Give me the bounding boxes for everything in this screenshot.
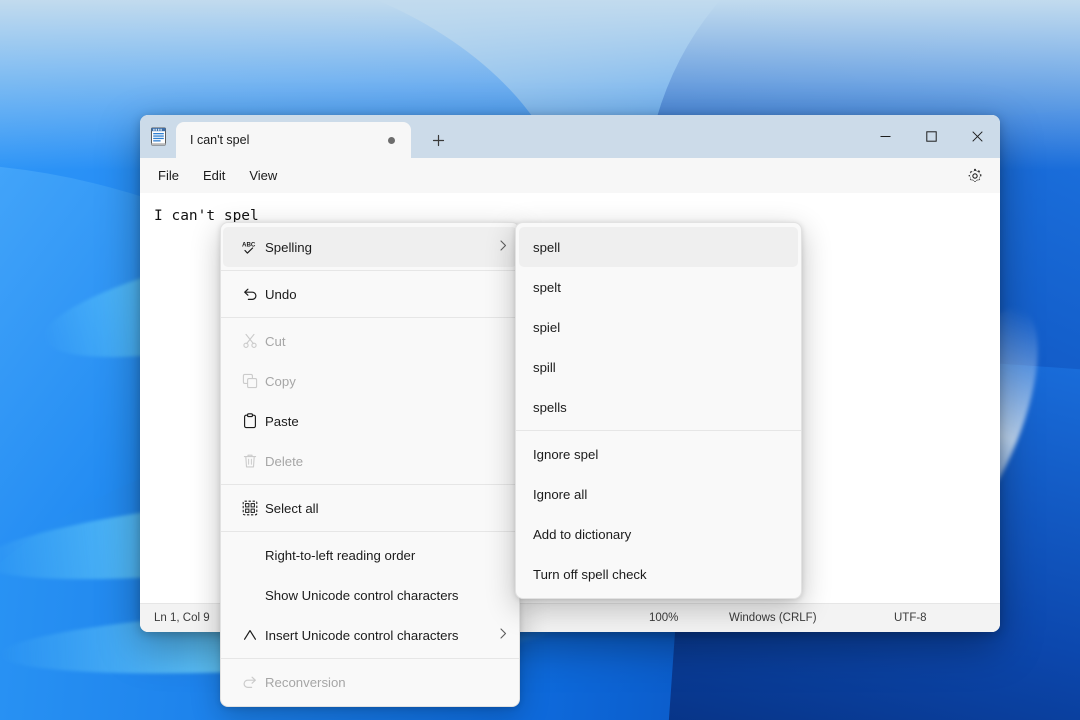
close-icon [972,131,983,142]
suggestion-spells-label: spells [533,400,567,415]
status-encoding[interactable]: UTF-8 [880,612,1000,624]
svg-text:ABC: ABC [242,241,256,248]
context-item-spelling[interactable]: ABC Spelling [223,227,517,267]
status-zoom-level[interactable]: 100% [635,612,715,624]
reconversion-icon [235,675,265,690]
status-line-ending[interactable]: Windows (CRLF) [715,612,880,624]
caret-icon [235,628,265,642]
context-separator-4 [221,531,519,532]
suggestion-spill-label: spill [533,360,556,375]
suggestion-spell-label: spell [533,240,560,255]
scissors-icon [235,333,265,349]
context-item-paste-label: Paste [265,414,507,429]
select-all-icon [235,500,265,516]
context-item-insert-unicode-label: Insert Unicode control characters [265,628,492,643]
plus-icon [432,134,445,147]
menu-bar: File Edit View [140,158,1000,193]
tab-unsaved-dot [388,137,395,144]
suggestion-spiel-label: spiel [533,320,560,335]
action-ignore-all[interactable]: Ignore all [519,474,798,514]
action-ignore-word-label: Ignore spel [533,447,598,462]
submenu-separator [516,430,801,431]
suggestion-spelt-label: spelt [533,280,561,295]
spelling-submenu: spell spelt spiel spill spells Ignore sp… [515,222,802,599]
chevron-right-icon-2 [492,628,507,642]
context-item-delete-label: Delete [265,454,507,469]
context-item-select-all[interactable]: Select all [223,488,517,528]
action-turn-off-spell-check[interactable]: Turn off spell check [519,554,798,594]
action-add-to-dictionary-label: Add to dictionary [533,527,631,542]
suggestion-spill[interactable]: spill [519,347,798,387]
context-item-rtl-reading-order[interactable]: Right-to-left reading order [223,535,517,575]
context-menu: ABC Spelling Undo [220,222,520,707]
action-ignore-word[interactable]: Ignore spel [519,434,798,474]
copy-icon [235,373,265,389]
action-ignore-all-label: Ignore all [533,487,587,502]
gear-icon [967,168,983,184]
maximize-button[interactable] [908,115,954,158]
context-separator-3 [221,484,519,485]
context-item-spelling-label: Spelling [265,240,492,255]
context-item-show-unicode-label: Show Unicode control characters [235,588,507,603]
context-separator-5 [221,658,519,659]
maximize-icon [926,131,937,142]
close-button[interactable] [954,115,1000,158]
menu-file[interactable]: File [146,163,191,188]
suggestion-spelt[interactable]: spelt [519,267,798,307]
context-item-show-unicode[interactable]: Show Unicode control characters [223,575,517,615]
trash-icon [235,453,265,469]
suggestion-spells[interactable]: spells [519,387,798,427]
suggestion-spell[interactable]: spell [519,227,798,267]
context-item-reconversion-label: Reconversion [265,675,507,690]
context-item-cut-label: Cut [265,334,507,349]
desktop-wallpaper: I can't spel [0,0,1080,720]
tab-title: I can't spel [190,133,388,147]
context-item-reconversion[interactable]: Reconversion [223,662,517,702]
action-turn-off-spell-check-label: Turn off spell check [533,567,647,582]
window-controls [862,115,1000,158]
settings-button[interactable] [960,162,990,190]
clipboard-icon [235,413,265,429]
notepad-icon [140,115,176,158]
tab-active[interactable]: I can't spel [176,122,411,158]
editor-text: I can't [154,208,224,224]
context-item-copy[interactable]: Copy [223,361,517,401]
context-item-undo-label: Undo [265,287,507,302]
context-separator-1 [221,270,519,271]
title-bar: I can't spel [140,115,1000,158]
new-tab-button[interactable] [421,125,455,155]
context-item-insert-unicode[interactable]: Insert Unicode control characters [223,615,517,655]
context-item-select-all-label: Select all [265,501,507,516]
context-item-rtl-reading-order-label: Right-to-left reading order [235,548,507,563]
context-item-undo[interactable]: Undo [223,274,517,314]
minimize-icon [880,131,891,142]
context-item-paste[interactable]: Paste [223,401,517,441]
chevron-right-icon [492,240,507,254]
context-item-delete[interactable]: Delete [223,441,517,481]
minimize-button[interactable] [862,115,908,158]
menu-view[interactable]: View [237,163,289,188]
context-item-copy-label: Copy [265,374,507,389]
context-item-cut[interactable]: Cut [223,321,517,361]
undo-icon [235,287,265,302]
context-separator-2 [221,317,519,318]
suggestion-spiel[interactable]: spiel [519,307,798,347]
action-add-to-dictionary[interactable]: Add to dictionary [519,514,798,554]
spellcheck-icon: ABC [235,240,265,255]
menu-edit[interactable]: Edit [191,163,237,188]
